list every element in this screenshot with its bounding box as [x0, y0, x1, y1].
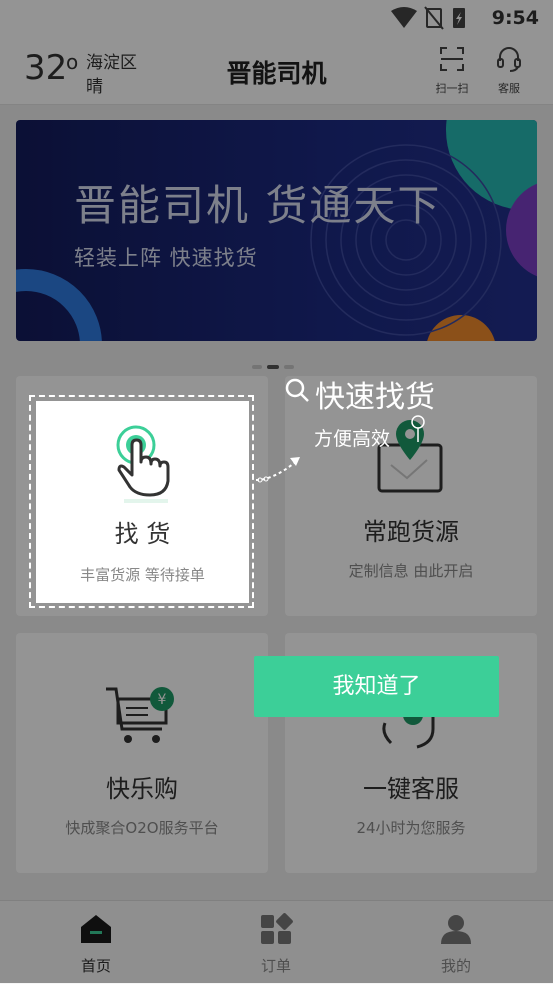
guide-title: 快速找货	[315, 380, 435, 415]
hand-tap-icon	[116, 425, 170, 503]
highlighted-card-find-goods[interactable]: 找 货 丰富货源 等待接单	[36, 401, 249, 603]
card-desc: 丰富货源 等待接单	[80, 566, 205, 584]
guide-arrow-icon	[255, 457, 300, 483]
got-it-button[interactable]: 我知道了	[254, 656, 499, 717]
guide-subtitle: 方便高效	[314, 428, 391, 450]
bulb-icon	[411, 415, 425, 442]
search-icon	[285, 378, 309, 402]
card-title: 找 货	[114, 520, 171, 548]
